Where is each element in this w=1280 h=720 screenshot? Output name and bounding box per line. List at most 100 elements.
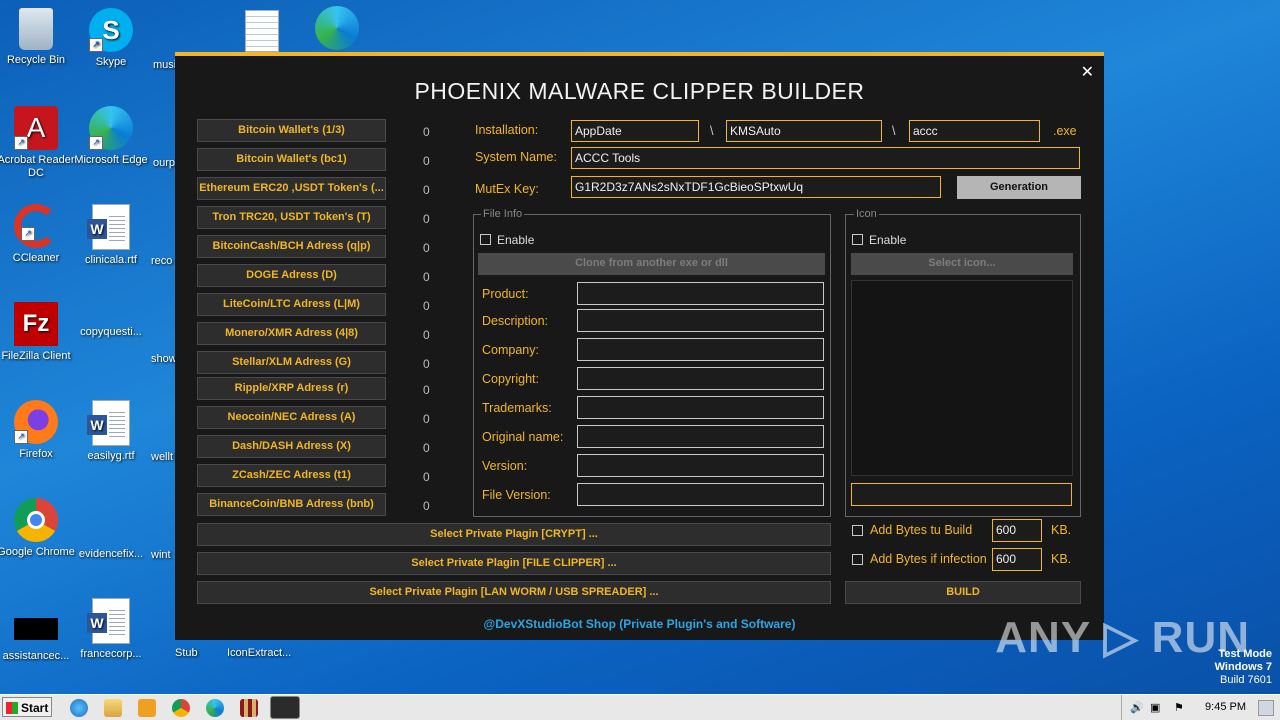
desktop-icon-assistance[interactable]: assistancec... [0, 606, 76, 663]
install-folder2-input[interactable]: KMSAuto [726, 120, 882, 142]
desktop-icon-edge[interactable]: ↗ Microsoft Edge [71, 106, 151, 167]
install-filename-input[interactable]: accc [909, 120, 1040, 142]
wallet-button-xmr[interactable]: Monero/XMR Adress (4|8) [197, 322, 386, 345]
system-name-input[interactable]: ACCC Tools [571, 147, 1080, 169]
product-input[interactable] [577, 282, 824, 305]
word-document-icon: W [87, 400, 130, 446]
wallet-count: 0 [423, 470, 430, 484]
company-label: Company: [482, 343, 539, 357]
desktop-icon-recycle-bin[interactable]: Recycle Bin [0, 8, 76, 67]
desktop-icon-edge-2[interactable] [297, 6, 377, 54]
wallet-button-bch[interactable]: BitcoinCash/BCH Adress (q|p) [197, 235, 386, 258]
desktop-icon-label: francecorp... [80, 648, 142, 660]
icon-path-input[interactable] [851, 483, 1072, 506]
wallet-count: 0 [423, 328, 430, 342]
desktop-icon-copyquesti[interactable]: copyquesti... [71, 326, 151, 339]
ie-icon[interactable] [70, 699, 88, 717]
plugin-crypt-button[interactable]: Select Private Plagin [CRYPT] ... [197, 523, 831, 546]
wallet-count: 0 [423, 412, 430, 426]
wallet-button-xrp[interactable]: Ripple/XRP Adress (r) [197, 377, 386, 400]
file-version-input[interactable] [577, 483, 824, 506]
file-info-enable-checkbox[interactable] [480, 234, 491, 245]
explorer-icon[interactable] [104, 699, 122, 717]
start-button[interactable]: Start [2, 697, 52, 717]
desktop-icon-clinicala[interactable]: W clinicala.rtf [71, 204, 151, 267]
system-tray: 🔊 ▣ ⚑ 9:45 PM [1121, 695, 1280, 720]
add-bytes-infection-checkbox[interactable] [852, 554, 863, 565]
word-document-icon: W [87, 204, 130, 250]
wallet-button-xlm[interactable]: Stellar/XLM Adress (G) [197, 351, 386, 374]
plugin-lan-worm-button[interactable]: Select Private Plagin [LAN WORM / USB SP… [197, 581, 831, 604]
desktop-icon-skype[interactable]: S ↗ Skype [71, 8, 151, 69]
desktop-partial-label: IconExtract... [227, 647, 292, 659]
company-input[interactable] [577, 338, 824, 361]
generation-button[interactable]: Generation [957, 176, 1081, 199]
wallet-button-btc-1-3[interactable]: Bitcoin Wallet's (1/3) [197, 119, 386, 142]
install-folder1-input[interactable]: AppDate [571, 120, 699, 142]
trademarks-input[interactable] [577, 396, 824, 419]
network-icon[interactable]: ▣ [1150, 701, 1160, 714]
desktop-icon-firefox[interactable]: ↗ Firefox [0, 400, 76, 461]
phoenix-builder-taskbar-icon[interactable] [270, 696, 300, 719]
desktop-icon-label: FileZilla Client [1, 350, 71, 362]
desktop-icon-chrome[interactable]: Google Chrome [0, 498, 76, 559]
wallet-button-doge[interactable]: DOGE Adress (D) [197, 264, 386, 287]
original-name-input[interactable] [577, 425, 824, 448]
add-bytes-infection-input[interactable]: 600 [992, 548, 1042, 571]
desktop-icon-ccleaner[interactable]: ↗ CCleaner [0, 204, 76, 265]
desktop-icon-filezilla[interactable]: Fz FileZilla Client [0, 302, 76, 363]
mutex-input[interactable]: G1R2D3z7ANs2sNxTDF1GcBieoSPtxwUq [571, 176, 941, 198]
desktop-icon-evidencefix[interactable]: evidencefix... [71, 548, 151, 561]
wallet-count: 0 [423, 154, 430, 168]
footer-link[interactable]: @DevXStudioBot Shop (Private Plugin's an… [175, 617, 1104, 631]
desktop-icon-acrobat[interactable]: A ↗ Acrobat Reader DC [0, 106, 76, 180]
desktop-icon-label: assistancec... [2, 650, 70, 662]
wallet-count: 0 [423, 125, 430, 139]
icon-enable-checkbox[interactable] [852, 234, 863, 245]
acrobat-icon: A ↗ [14, 106, 58, 150]
test-mode-line2: Windows 7 [1214, 661, 1272, 673]
build-button[interactable]: BUILD [845, 581, 1081, 604]
chrome-taskbar-icon[interactable] [172, 699, 190, 717]
start-label: Start [21, 701, 49, 715]
wallet-button-dash[interactable]: Dash/DASH Adress (X) [197, 435, 386, 458]
copyright-input[interactable] [577, 367, 824, 390]
speaker-icon[interactable]: 🔊 [1130, 701, 1144, 714]
wallet-button-btc-bc1[interactable]: Bitcoin Wallet's (bc1) [197, 148, 386, 171]
wallet-button-nec[interactable]: Neocoin/NEC Adress (A) [197, 406, 386, 429]
wallet-button-ltc[interactable]: LiteCoin/LTC Adress (L|M) [197, 293, 386, 316]
wallet-button-bnb[interactable]: BinanceCoin/BNB Adress (bnb) [197, 493, 386, 516]
media-player-icon[interactable] [138, 699, 156, 717]
icon-preview [851, 280, 1073, 476]
desktop-icon-label: easilyg.rtf [87, 450, 135, 462]
plugin-file-clipper-button[interactable]: Select Private Plagin [FILE CLIPPER] ... [197, 552, 831, 575]
add-bytes-build-checkbox[interactable] [852, 525, 863, 536]
wallet-count: 0 [423, 383, 430, 397]
version-input[interactable] [577, 454, 824, 477]
add-bytes-build-input[interactable]: 600 [992, 519, 1042, 542]
wallet-button-zec[interactable]: ZCash/ZEC Adress (t1) [197, 464, 386, 487]
winrar-icon[interactable] [240, 699, 258, 717]
clone-from-exe-button[interactable]: Clone from another exe or dll [478, 253, 825, 275]
chrome-icon [14, 498, 58, 542]
wallet-button-tron[interactable]: Tron TRC20, USDT Token's (T) [197, 206, 386, 229]
wallet-count: 0 [423, 499, 430, 513]
flag-icon[interactable]: ⚑ [1174, 701, 1184, 714]
desktop-icon-easilyg[interactable]: W easilyg.rtf [71, 400, 151, 463]
clock[interactable]: 9:45 PM [1205, 701, 1246, 713]
desktop-icon-text-file[interactable] [222, 10, 302, 52]
show-desktop-icon[interactable] [1258, 700, 1274, 716]
exe-extension-label: .exe [1053, 124, 1077, 138]
path-separator: \ [892, 124, 896, 138]
skype-icon: S ↗ [89, 8, 133, 52]
select-icon-button[interactable]: Select icon... [851, 253, 1073, 275]
desktop-partial-label: ourp [153, 157, 176, 169]
desktop-partial-label: Stub [175, 647, 198, 659]
desktop-icon-label: Recycle Bin [6, 54, 66, 66]
desktop-icon-label: clinicala.rtf [85, 254, 137, 266]
desktop-icon-francecorp[interactable]: W francecorp... [71, 598, 151, 661]
description-input[interactable] [577, 309, 824, 332]
wallet-button-eth[interactable]: Ethereum ERC20 ,USDT Token's (... [197, 177, 386, 200]
add-bytes-infection-label: Add Bytes if infection [870, 552, 987, 566]
edge-taskbar-icon[interactable] [206, 699, 224, 717]
